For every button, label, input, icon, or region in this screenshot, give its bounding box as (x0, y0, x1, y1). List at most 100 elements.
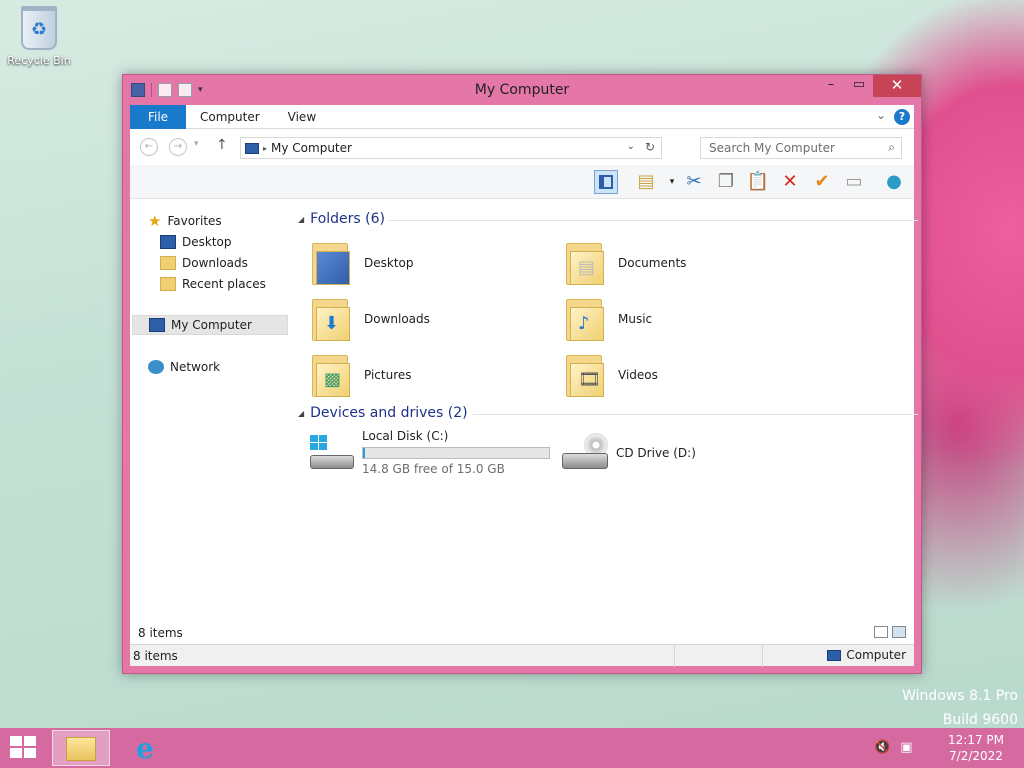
expand-ribbon-icon[interactable]: ⌄ (876, 108, 886, 122)
title-bar[interactable]: ▾ My Computer – ▭ ✕ (123, 75, 921, 105)
drive-c-usage-bar (362, 447, 550, 459)
divider (473, 414, 918, 415)
nav-recent-places[interactable]: Recent places (160, 274, 266, 294)
breadcrumb-chevron-icon[interactable]: ▸ (263, 144, 267, 153)
drive-d-label: CD Drive (D:) (616, 446, 696, 460)
folder-pictures[interactable]: ▩ Pictures (310, 349, 550, 401)
taskbar-file-explorer[interactable] (52, 730, 110, 766)
collapse-icon[interactable]: ◢ (298, 409, 304, 418)
content-pane: ◢ Folders (6) Desktop ▤ Documents ⬇ Down… (290, 201, 918, 622)
delete-icon[interactable]: ✕ (778, 170, 802, 194)
divider (674, 645, 675, 667)
details-view-icon[interactable] (874, 626, 888, 638)
help-icon[interactable]: ? (894, 109, 910, 125)
computer-icon (245, 142, 259, 154)
window-title: My Computer (474, 82, 570, 98)
internet-explorer-icon: e (136, 732, 154, 765)
tab-computer[interactable]: Computer (186, 110, 274, 124)
rename-icon[interactable]: ▭ (842, 170, 866, 194)
search-icon[interactable]: ⌕ (888, 140, 895, 155)
nav-recent-places-label: Recent places (182, 277, 266, 291)
nav-downloads-label: Downloads (182, 256, 248, 270)
recent-places-icon (160, 277, 176, 291)
drive-d[interactable]: CD Drive (D:) (562, 433, 696, 473)
taskbar-internet-explorer[interactable]: e (116, 730, 174, 766)
drives-group-header[interactable]: ◢ Devices and drives (2) (298, 405, 918, 421)
nav-my-computer[interactable]: My Computer (132, 315, 288, 335)
view-switcher (874, 626, 906, 638)
nav-network-label: Network (170, 360, 221, 374)
minimize-button[interactable]: – (817, 75, 845, 97)
drive-c-free-space: 14.8 GB free of 15.0 GB (362, 462, 505, 476)
folder-icon (66, 737, 96, 761)
downloads-icon (160, 256, 176, 270)
folder-videos[interactable]: 🎞 Videos (564, 349, 804, 401)
navigation-pane-icon[interactable] (594, 170, 618, 194)
up-button[interactable]: ↑ (216, 137, 228, 153)
search-placeholder: Search My Computer (709, 141, 835, 155)
folders-group-header[interactable]: ◢ Folders (6) (298, 211, 918, 227)
nav-desktop[interactable]: Desktop (160, 232, 232, 252)
check-icon[interactable]: ✔ (810, 170, 834, 194)
folder-documents[interactable]: ▤ Documents (564, 237, 804, 289)
globe-icon[interactable]: ● (882, 170, 906, 194)
copy-icon[interactable]: ❐ (714, 170, 738, 194)
folders-group-title: Folders (6) (310, 211, 385, 227)
folder-icon: ♪ (564, 295, 608, 343)
folder-downloads-label: Downloads (364, 312, 430, 326)
forward-button[interactable]: → (169, 138, 187, 156)
folder-icon: ▩ (310, 351, 354, 399)
address-path[interactable]: My Computer (271, 141, 352, 155)
details-bar: 8 items (130, 622, 914, 644)
status-item-count: 8 items (133, 648, 178, 663)
folder-desktop[interactable]: Desktop (310, 237, 550, 289)
back-button[interactable]: ← (140, 138, 158, 156)
cut-icon[interactable]: ✂ (682, 170, 706, 194)
explorer-window: ▾ My Computer – ▭ ✕ File Computer View ⌄… (122, 74, 922, 674)
collapse-icon[interactable]: ◢ (298, 215, 304, 224)
tab-view[interactable]: View (274, 110, 330, 124)
item-count: 8 items (138, 626, 183, 640)
recycle-bin-icon[interactable]: Recycle Bin (6, 6, 72, 67)
network-status-icon[interactable]: ▣ (900, 740, 912, 755)
clock-date: 7/2/2022 (949, 749, 1003, 763)
nav-network[interactable]: Network (148, 357, 220, 377)
paste-icon[interactable]: 📋 (746, 170, 770, 194)
volume-muted-icon[interactable]: 🔇 (874, 740, 890, 755)
close-button[interactable]: ✕ (873, 75, 921, 97)
drive-c[interactable]: Local Disk (C:) 14.8 GB free of 15.0 GB (308, 429, 550, 476)
folder-documents-label: Documents (618, 256, 687, 270)
nav-my-computer-label: My Computer (171, 318, 252, 332)
address-dropdown-icon[interactable]: ⌄ (627, 141, 635, 152)
nav-downloads[interactable]: Downloads (160, 253, 248, 273)
start-button[interactable] (10, 736, 38, 760)
network-icon (148, 360, 164, 374)
tab-file[interactable]: File (130, 104, 186, 129)
folder-videos-label: Videos (618, 368, 658, 382)
nav-desktop-label: Desktop (182, 235, 232, 249)
status-location: Computer (827, 648, 906, 662)
maximize-button[interactable]: ▭ (845, 75, 873, 97)
search-input[interactable]: Search My Computer ⌕ (700, 137, 902, 159)
folder-downloads[interactable]: ⬇ Downloads (310, 293, 550, 345)
os-edition: Windows 8.1 Pro (902, 688, 1018, 704)
address-row: ← → ▾ ↑ ▸ My Computer ⌄ ↻ Search My Comp… (130, 129, 914, 165)
os-watermark: Windows 8.1 Pro Build 9600 (902, 684, 1018, 732)
large-icons-view-icon[interactable] (892, 626, 906, 638)
address-bar[interactable]: ▸ My Computer ⌄ ↻ (240, 137, 662, 159)
divider (762, 645, 763, 667)
clock[interactable]: 12:17 PM 7/2/2022 (948, 732, 1004, 764)
hard-drive-icon (308, 433, 354, 473)
status-bar: 8 items Computer (130, 644, 914, 667)
refresh-icon[interactable]: ↻ (645, 140, 655, 154)
nav-favorites[interactable]: ★ Favorites (148, 211, 222, 231)
folder-icon: ▤ (564, 239, 608, 287)
folder-icon: 🎞 (564, 351, 608, 399)
star-icon: ★ (148, 212, 162, 230)
status-location-label: Computer (846, 648, 906, 662)
folder-music[interactable]: ♪ Music (564, 293, 804, 345)
options-dropdown-icon[interactable]: ▾ (660, 170, 684, 194)
folder-options-icon[interactable]: ▤ (634, 170, 658, 194)
trash-icon (21, 6, 57, 50)
recent-locations-icon[interactable]: ▾ (194, 139, 199, 149)
